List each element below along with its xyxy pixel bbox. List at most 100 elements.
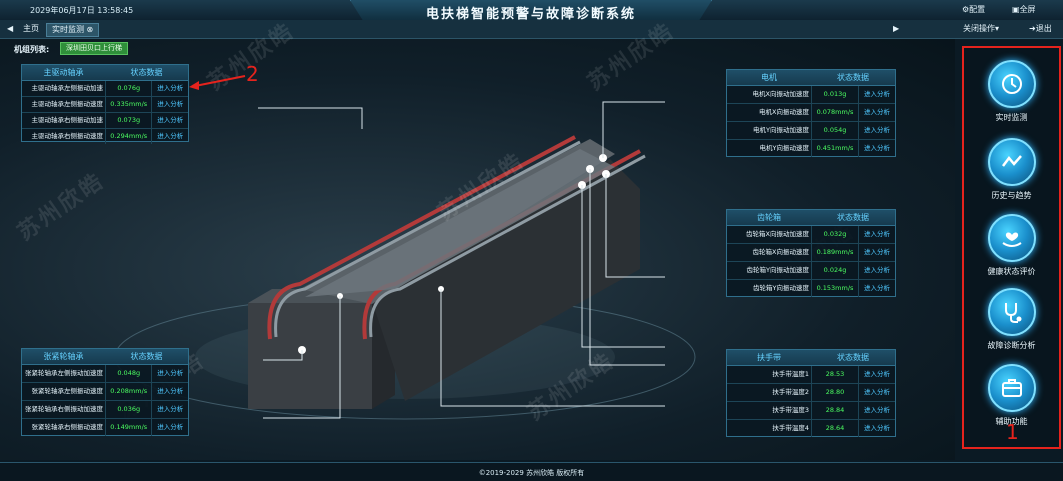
analyze-link[interactable]: 进入分析 xyxy=(151,401,188,418)
analyze-link[interactable]: 进入分析 xyxy=(858,366,895,383)
annotation-marker-1: 1 xyxy=(1006,420,1019,444)
panel-header: 电机 xyxy=(761,73,777,82)
panel-motor: 电机 状态数据 电机X向振动加速度 0.013g 进入分析 电机X向振动速度 0.078… xyxy=(726,69,896,157)
sidebar-item-label: 实时监测 xyxy=(995,113,1028,122)
tab-close-icon[interactable]: ⊗ xyxy=(87,25,94,34)
table-row: 齿轮箱X向振动加速度 0.032g 进入分析 xyxy=(727,226,895,244)
analyze-link[interactable]: 进入分析 xyxy=(858,226,895,243)
metric-value: 0.036g xyxy=(105,401,151,418)
metric-value: 0.153mm/s xyxy=(811,280,858,297)
metric-value: 0.294mm/s xyxy=(105,129,151,144)
footer: ©2019-2029 苏州欣皓 版权所有 xyxy=(0,462,1063,481)
toolbox-icon xyxy=(987,364,1036,412)
table-row: 张紧轮轴承左侧振动速度 0.208mm/s 进入分析 xyxy=(22,383,188,401)
analyze-link[interactable]: 进入分析 xyxy=(858,262,895,279)
logout-icon: ➜ xyxy=(1029,24,1036,33)
metric-name: 齿轮箱Y向振动加速度 xyxy=(746,266,809,274)
analyze-link[interactable]: 进入分析 xyxy=(151,365,188,382)
metric-name: 齿轮箱X向振动加速度 xyxy=(746,230,809,238)
function-sidebar: 实时监测 历史与趋势 健康状态评价 故障诊断分析 辅助功能 1 xyxy=(962,46,1061,449)
analyze-link[interactable]: 进入分析 xyxy=(858,420,895,437)
analyze-link[interactable]: 进入分析 xyxy=(858,122,895,139)
table-row: 张紧轮轴承右侧振动加速度 0.036g 进入分析 xyxy=(22,401,188,419)
metric-value: 0.048g xyxy=(105,365,151,382)
panel-header: 齿轮箱 xyxy=(757,213,781,222)
metric-name: 电机X向振动速度 xyxy=(759,108,809,116)
table-row: 张紧轮轴承左侧振动加速度 0.048g 进入分析 xyxy=(22,365,188,383)
panel-header: 状态数据 xyxy=(130,68,163,77)
metric-value: 0.189mm/s xyxy=(811,244,858,261)
sidebar-item-realtime-monitor[interactable]: 实时监测 xyxy=(964,60,1059,123)
panel-header: 状态数据 xyxy=(130,352,163,361)
metric-name: 主驱动轴承右侧振动加速 xyxy=(31,116,104,124)
table-row: 电机X向振动加速度 0.013g 进入分析 xyxy=(727,86,895,104)
table-row: 主驱动轴承左侧振动速度 0.335mm/s 进入分析 xyxy=(22,97,188,113)
table-row: 齿轮箱X向振动速度 0.189mm/s 进入分析 xyxy=(727,244,895,262)
logout-button[interactable]: ➜退出 xyxy=(1024,23,1057,35)
table-row: 扶手带温度3 28.84 进入分析 xyxy=(727,402,895,420)
analyze-link[interactable]: 进入分析 xyxy=(858,244,895,261)
metric-name: 扶手带温度2 xyxy=(772,388,809,396)
sidebar-item-label: 健康状态评价 xyxy=(987,267,1036,276)
tab-home[interactable]: 主页 xyxy=(18,23,44,35)
panel-header: 主驱动轴承 xyxy=(43,68,84,77)
table-row: 电机Y向振动速度 0.451mm/s 进入分析 xyxy=(727,140,895,157)
metric-value: 0.335mm/s xyxy=(105,97,151,112)
tab-realtime-monitor[interactable]: 实时监测 ⊗ xyxy=(46,23,100,37)
metric-value: 0.149mm/s xyxy=(105,419,151,436)
table-row: 齿轮箱Y向振动速度 0.153mm/s 进入分析 xyxy=(727,280,895,297)
close-operations-menu[interactable]: 关闭操作▾ xyxy=(958,23,1004,35)
metric-name: 张紧轮轴承右侧振动速度 xyxy=(31,423,104,431)
analyze-link[interactable]: 进入分析 xyxy=(858,104,895,121)
analyze-link[interactable]: 进入分析 xyxy=(151,97,188,112)
metric-value: 0.078mm/s xyxy=(811,104,858,121)
config-button[interactable]: ⚙配置 xyxy=(962,4,985,15)
datetime: 2029年06月17日 13:58:45 xyxy=(30,6,134,15)
copyright-text: ©2019-2029 苏州欣皓 版权所有 xyxy=(478,469,585,477)
nav-back-icon[interactable]: ◀ xyxy=(2,23,18,35)
metric-value: 0.054g xyxy=(811,122,858,139)
metric-name: 张紧轮轴承右侧振动加速度 xyxy=(25,405,103,413)
panel-header: 张紧轮轴承 xyxy=(43,352,84,361)
sidebar-item-fault-diagnosis[interactable]: 故障诊断分析 xyxy=(964,288,1059,351)
table-row: 扶手带温度2 28.80 进入分析 xyxy=(727,384,895,402)
table-row: 电机Y向振动加速度 0.054g 进入分析 xyxy=(727,122,895,140)
metric-name: 主驱动轴承左侧振动加速 xyxy=(31,84,104,92)
table-row: 主驱动轴承右侧振动速度 0.294mm/s 进入分析 xyxy=(22,129,188,144)
table-row: 扶手带温度4 28.64 进入分析 xyxy=(727,420,895,437)
metric-value: 28.80 xyxy=(811,384,858,401)
sidebar-item-health-evaluation[interactable]: 健康状态评价 xyxy=(964,214,1059,277)
panel-tension-bearing: 张紧轮轴承 状态数据 张紧轮轴承左侧振动加速度 0.048g 进入分析 张紧轮轴承左侧… xyxy=(21,348,189,436)
metric-name: 电机X向振动加速度 xyxy=(752,90,809,98)
device-select-tag[interactable]: 深圳田贝口上行梯 xyxy=(60,42,128,55)
analyze-link[interactable]: 进入分析 xyxy=(151,383,188,400)
metric-name: 扶手带温度4 xyxy=(772,424,809,432)
metric-name: 齿轮箱Y向振动速度 xyxy=(753,284,809,292)
panel-header: 状态数据 xyxy=(837,353,869,362)
table-row: 扶手带温度1 28.53 进入分析 xyxy=(727,366,895,384)
metric-value: 0.208mm/s xyxy=(105,383,151,400)
metric-name: 张紧轮轴承左侧振动加速度 xyxy=(25,369,103,377)
analyze-link[interactable]: 进入分析 xyxy=(151,129,188,144)
metric-name: 扶手带温度1 xyxy=(772,370,809,378)
metric-value: 0.013g xyxy=(811,86,858,103)
fullscreen-button[interactable]: ▣全屏 xyxy=(1012,4,1036,15)
analyze-link[interactable]: 进入分析 xyxy=(858,86,895,103)
chevron-down-icon: ▾ xyxy=(995,24,1000,33)
analyze-link[interactable]: 进入分析 xyxy=(858,140,895,157)
fullscreen-icon: ▣ xyxy=(1012,5,1020,14)
sidebar-item-auxiliary[interactable]: 辅助功能 xyxy=(964,364,1059,427)
metric-value: 0.032g xyxy=(811,226,858,243)
analyze-link[interactable]: 进入分析 xyxy=(151,81,188,96)
sidebar-item-history-trend[interactable]: 历史与趋势 xyxy=(964,138,1059,201)
analyze-link[interactable]: 进入分析 xyxy=(858,402,895,419)
nav-forward-icon[interactable]: ▶ xyxy=(888,23,904,35)
metric-name: 张紧轮轴承左侧振动速度 xyxy=(31,387,104,395)
trend-line-icon xyxy=(987,138,1036,186)
analyze-link[interactable]: 进入分析 xyxy=(151,113,188,128)
panel-header: 扶手带 xyxy=(757,353,781,362)
metric-value: 0.024g xyxy=(811,262,858,279)
analyze-link[interactable]: 进入分析 xyxy=(858,280,895,297)
analyze-link[interactable]: 进入分析 xyxy=(151,419,188,436)
analyze-link[interactable]: 进入分析 xyxy=(858,384,895,401)
